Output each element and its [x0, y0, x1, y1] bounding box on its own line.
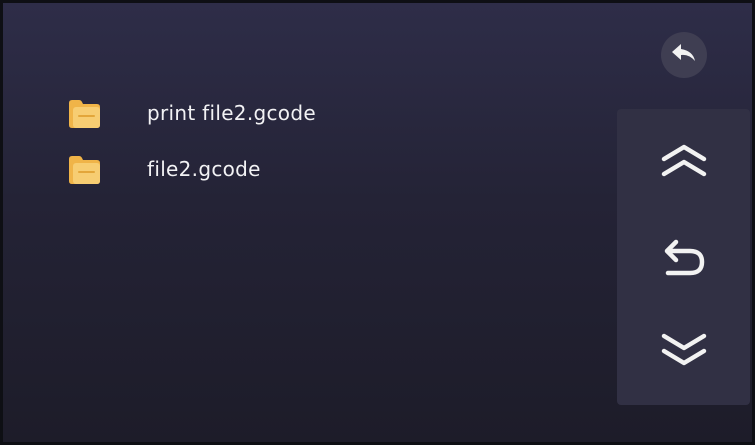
return-arrow-icon: [660, 239, 708, 283]
return-button[interactable]: [617, 231, 750, 291]
file-name: file2.gcode: [147, 157, 261, 181]
file-browser-screen: print file2.gcode file2.gcode: [3, 3, 752, 442]
page-up-button[interactable]: [617, 133, 750, 193]
navigation-panel: [617, 109, 750, 405]
double-chevron-up-icon: [660, 143, 708, 183]
file-name: print file2.gcode: [147, 101, 316, 125]
page-down-button[interactable]: [617, 321, 750, 381]
back-arrow-icon: [670, 41, 698, 69]
file-item[interactable]: print file2.gcode: [67, 85, 567, 141]
double-chevron-down-icon: [660, 331, 708, 371]
file-list: print file2.gcode file2.gcode: [67, 85, 567, 197]
back-button[interactable]: [661, 32, 707, 78]
folder-icon: [67, 152, 101, 186]
folder-icon: [67, 96, 101, 130]
file-item[interactable]: file2.gcode: [67, 141, 567, 197]
